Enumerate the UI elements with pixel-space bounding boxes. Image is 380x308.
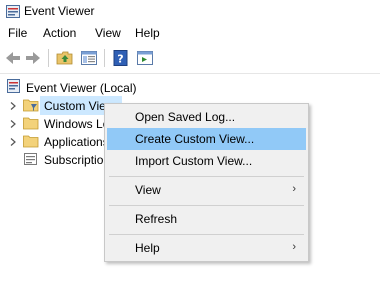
- back-arrow-icon[interactable]: [4, 49, 22, 67]
- folder-icon: [23, 135, 39, 148]
- tree-item-label: Applications and Services Logs: [44, 135, 104, 149]
- menu-item-open-saved-log[interactable]: Open Saved Log...: [107, 106, 306, 128]
- context-menu: Open Saved Log... Create Custom View... …: [104, 103, 309, 262]
- window-title: Event Viewer: [24, 4, 95, 18]
- folder-icon: [23, 117, 39, 130]
- forward-arrow-icon[interactable]: [24, 49, 42, 67]
- tree-root[interactable]: Event Viewer (Local): [0, 78, 200, 98]
- chevron-right-icon[interactable]: [9, 102, 17, 110]
- menu-separator: [109, 234, 304, 235]
- menu-bar: File Action View Help: [0, 23, 380, 43]
- menu-item-help[interactable]: Help ›: [107, 237, 306, 259]
- menu-item-view[interactable]: View ›: [107, 179, 306, 201]
- menu-item-label: View: [135, 183, 161, 197]
- menu-item-create-custom-view[interactable]: Create Custom View...: [107, 128, 306, 150]
- menu-item-label: Open Saved Log...: [135, 110, 236, 124]
- svg-text:?: ?: [117, 53, 123, 66]
- tree-item-label: Subscriptions: [44, 153, 104, 167]
- help-icon[interactable]: ?: [112, 49, 130, 67]
- custom-views-folder-icon: [23, 99, 39, 112]
- tree-item-windows-logs[interactable]: Windows Logs: [0, 114, 104, 134]
- chevron-right-icon[interactable]: [9, 138, 17, 146]
- toolbar-separator: [48, 49, 49, 67]
- tree-root-label: Event Viewer (Local): [26, 81, 137, 95]
- menu-item-refresh[interactable]: Refresh: [107, 208, 306, 230]
- submenu-arrow-icon: ›: [292, 241, 296, 253]
- subscriptions-icon: [24, 153, 37, 165]
- toolbar: ?: [0, 43, 380, 74]
- menu-item-label: Create Custom View...: [135, 132, 255, 146]
- menu-action[interactable]: Action: [43, 26, 76, 40]
- toolbar-separator: [104, 49, 105, 67]
- tree-item-applications-and-services-logs[interactable]: Applications and Services Logs: [0, 132, 104, 152]
- menu-file[interactable]: File: [8, 26, 27, 40]
- event-viewer-app-icon: [6, 5, 20, 18]
- submenu-arrow-icon: ›: [292, 183, 296, 195]
- menu-help[interactable]: Help: [135, 26, 160, 40]
- menu-item-label: Import Custom View...: [135, 154, 253, 168]
- menu-separator: [109, 205, 304, 206]
- event-viewer-icon: [7, 79, 20, 93]
- menu-separator: [109, 176, 304, 177]
- menu-item-label: Help: [135, 241, 160, 255]
- properties-icon[interactable]: [136, 49, 154, 67]
- up-folder-icon[interactable]: [56, 49, 74, 67]
- show-hide-tree-icon[interactable]: [80, 49, 98, 67]
- menu-item-label: Refresh: [135, 212, 178, 226]
- tree-item-subscriptions[interactable]: Subscriptions: [0, 150, 104, 170]
- menu-item-import-custom-view[interactable]: Import Custom View...: [107, 150, 306, 172]
- tree-item-label: Windows Logs: [44, 117, 104, 131]
- chevron-right-icon[interactable]: [9, 120, 17, 128]
- title-bar: Event Viewer: [0, 0, 380, 23]
- menu-view[interactable]: View: [95, 26, 121, 40]
